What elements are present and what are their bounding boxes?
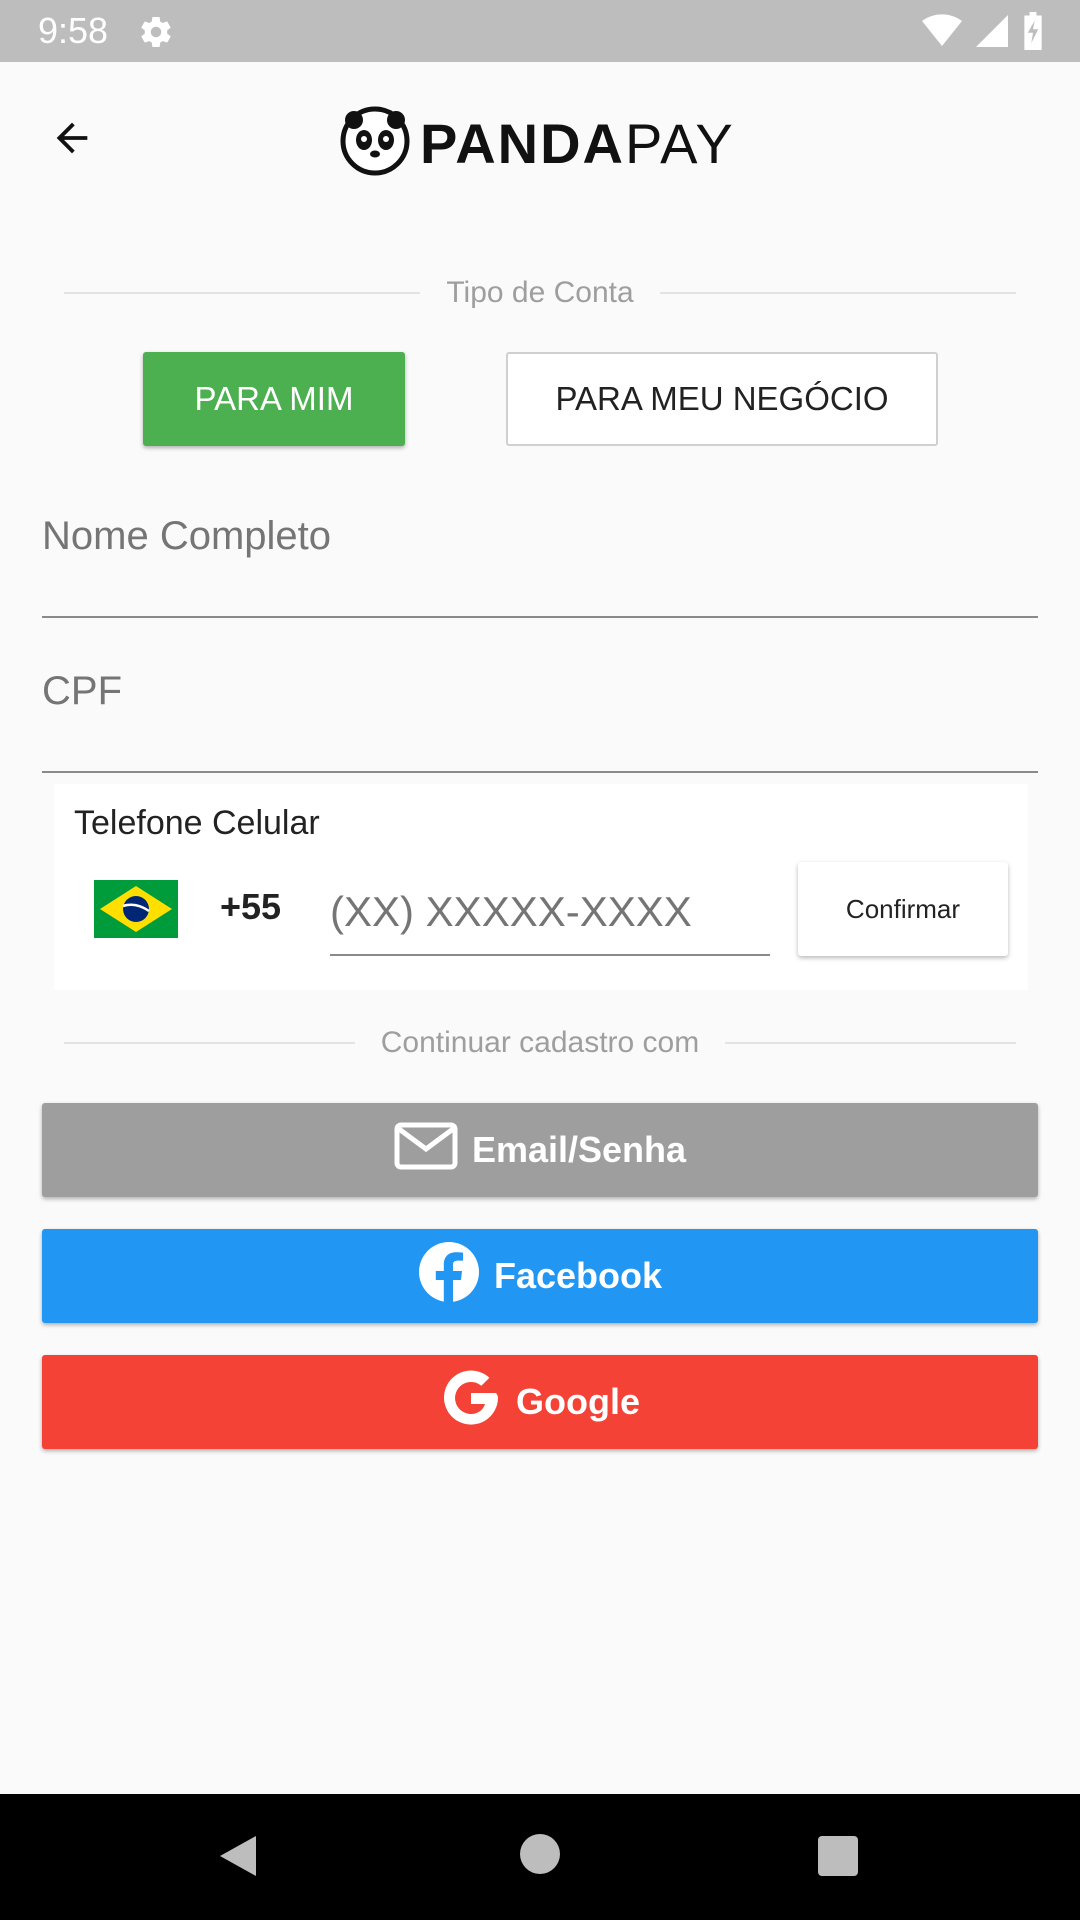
- arrow-left-icon: [49, 115, 95, 166]
- facebook-signup-label: Facebook: [493, 1255, 663, 1296]
- signal-icon: [976, 14, 1008, 53]
- back-button[interactable]: [42, 110, 102, 170]
- logo-text-thin: PAY: [624, 111, 735, 175]
- business-account-button[interactable]: PARA MEU NEGÓCIO: [506, 352, 938, 446]
- google-icon: [440, 1367, 502, 1438]
- brazil-flag-icon[interactable]: [94, 880, 178, 938]
- continue-with-label: Continuar cadastro com: [380, 1026, 700, 1059]
- status-bar: 9:58: [0, 0, 1080, 62]
- cpf-input[interactable]: [42, 655, 1038, 714]
- phone-card: Telefone Celular +55 Confirmar: [54, 784, 1028, 990]
- nav-home-icon[interactable]: [520, 1834, 560, 1874]
- pandapay-logo: PANDAPAY: [340, 98, 735, 188]
- nav-recents-icon[interactable]: [818, 1836, 858, 1876]
- logo-text: PANDAPAY: [420, 111, 735, 176]
- divider-line: [725, 1042, 1016, 1044]
- email-signup-button[interactable]: Email/Senha: [42, 1103, 1038, 1197]
- google-signup-label: Google: [516, 1381, 640, 1422]
- nav-back-icon[interactable]: [218, 1834, 258, 1883]
- status-icons: [922, 12, 1044, 55]
- status-time: 9:58: [38, 10, 109, 51]
- confirm-button[interactable]: Confirmar: [798, 862, 1008, 956]
- personal-account-button[interactable]: PARA MIM: [143, 352, 405, 446]
- country-code: +55: [220, 886, 282, 927]
- divider-line: [659, 292, 1016, 294]
- full-name-field: [42, 500, 1038, 618]
- account-type-divider: Tipo de Conta: [64, 276, 1016, 310]
- divider-line: [64, 1042, 355, 1044]
- panda-face-icon: [340, 106, 410, 181]
- system-nav-bar: [0, 1794, 1080, 1920]
- facebook-icon: [418, 1241, 480, 1312]
- phone-input[interactable]: [330, 870, 770, 954]
- phone-label: Telefone Celular: [74, 804, 320, 842]
- wifi-icon: [922, 14, 962, 53]
- logo-text-bold: PANDA: [420, 111, 625, 175]
- cpf-field: [42, 655, 1038, 773]
- email-signup-label: Email/Senha: [471, 1129, 687, 1170]
- battery-charging-icon: [1022, 12, 1044, 55]
- envelope-icon: [394, 1122, 458, 1179]
- full-name-input[interactable]: [42, 500, 1038, 559]
- gear-icon: [138, 14, 174, 50]
- app-bar: PANDAPAY: [0, 62, 1080, 212]
- facebook-signup-button[interactable]: Facebook: [42, 1229, 1038, 1323]
- divider-line: [64, 292, 421, 294]
- google-signup-button[interactable]: Google: [42, 1355, 1038, 1449]
- account-type-label: Tipo de Conta: [446, 276, 634, 309]
- phone-field: [330, 870, 770, 956]
- continue-with-divider: Continuar cadastro com: [64, 1026, 1016, 1060]
